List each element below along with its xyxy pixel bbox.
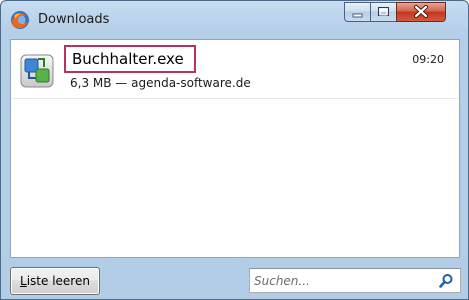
search-box[interactable] (249, 268, 461, 293)
maximize-button[interactable] (370, 2, 397, 22)
download-file-name: Buchhalter.exe (72, 50, 184, 68)
clear-list-accel: L (20, 274, 27, 288)
close-button[interactable] (396, 2, 446, 22)
clear-list-label: iste leeren (26, 274, 90, 288)
close-icon (414, 5, 428, 18)
download-info: 6,3 MB — agenda-software.de (70, 76, 251, 90)
maximize-icon (378, 7, 389, 16)
highlight-box: Buchhalter.exe (64, 45, 196, 73)
search-icon[interactable] (438, 273, 454, 289)
minimize-button[interactable] (344, 2, 371, 22)
minimize-icon (352, 13, 363, 18)
exe-installer-icon (20, 54, 54, 88)
downloads-list[interactable]: Buchhalter.exe 09:20 6,3 MB — agenda-sof… (10, 39, 460, 258)
window-title: Downloads (38, 12, 110, 27)
title-bar[interactable]: Downloads (1, 1, 468, 39)
download-item[interactable]: Buchhalter.exe 09:20 6,3 MB — agenda-sof… (12, 41, 458, 99)
downloads-window: Downloads Buchhalter.exe 09:20 6,3 MB — … (0, 0, 469, 300)
clear-list-button[interactable]: Liste leeren (10, 267, 100, 295)
download-time: 09:20 (412, 53, 444, 66)
firefox-icon (10, 10, 30, 30)
search-input[interactable] (254, 271, 429, 290)
